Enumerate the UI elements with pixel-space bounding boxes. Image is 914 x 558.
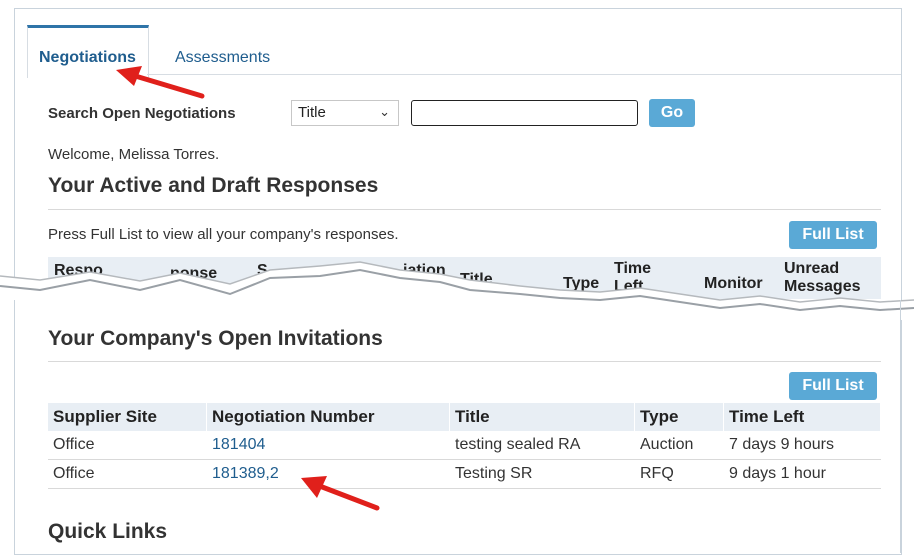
col-supplier-site: Supplier Site (48, 403, 207, 431)
search-field-value: Title (298, 104, 326, 121)
panel-border-right (900, 300, 901, 553)
search-label: Search Open Negotiations (48, 105, 236, 122)
table-header-row: Supplier Site Negotiation Number Title T… (48, 403, 881, 431)
chevron-down-icon: ⌄ (379, 104, 390, 119)
negotiation-number-link[interactable]: 181389,2 (212, 465, 279, 482)
annotation-arrow-icon (116, 66, 205, 99)
type-cell: Auction (634, 431, 724, 460)
divider (48, 209, 881, 210)
type-cell: RFQ (634, 459, 724, 489)
go-button[interactable]: Go (649, 99, 695, 127)
quick-links-heading: Quick Links (48, 520, 168, 543)
col-type: Type (634, 403, 724, 431)
time-left-cell: 9 days 1 hour (723, 459, 881, 489)
supplier-site-cell: Office (48, 431, 207, 460)
time-left-cell: 7 days 9 hours (723, 431, 881, 460)
col-negotiation-number: Negotiation Number (206, 403, 450, 431)
full-list-button[interactable]: Full List (789, 221, 877, 249)
negotiation-number-cell: 181404 (206, 431, 450, 460)
table-row: Office 181389,2 Testing SR RFQ 9 days 1 … (48, 459, 881, 489)
welcome-text: Welcome, Melissa Torres. (48, 146, 220, 163)
search-field-select[interactable]: Title ⌄ (291, 100, 399, 126)
col-time-left: Time Left (723, 403, 881, 431)
active-responses-heading: Your Active and Draft Responses (48, 174, 379, 197)
negotiation-number-link[interactable]: 181404 (212, 436, 265, 453)
title-cell: testing sealed RA (449, 431, 635, 460)
table-row: Office 181404 testing sealed RA Auction … (48, 431, 881, 460)
invitations-table: Supplier Site Negotiation Number Title T… (48, 403, 881, 489)
annotation-arrow-icon (301, 476, 380, 511)
tab-divider (147, 74, 901, 75)
title-cell: Testing SR (449, 459, 635, 489)
divider (48, 361, 881, 362)
search-input[interactable] (411, 100, 638, 126)
full-list-instruction: Press Full List to view all your company… (48, 226, 399, 243)
supplier-site-cell: Office (48, 459, 207, 489)
torn-edge-graphic (0, 261, 914, 320)
full-list-button[interactable]: Full List (789, 372, 877, 400)
panel-border-left (14, 300, 15, 553)
col-title: Title (449, 403, 635, 431)
open-invitations-heading: Your Company's Open Invitations (48, 327, 383, 350)
